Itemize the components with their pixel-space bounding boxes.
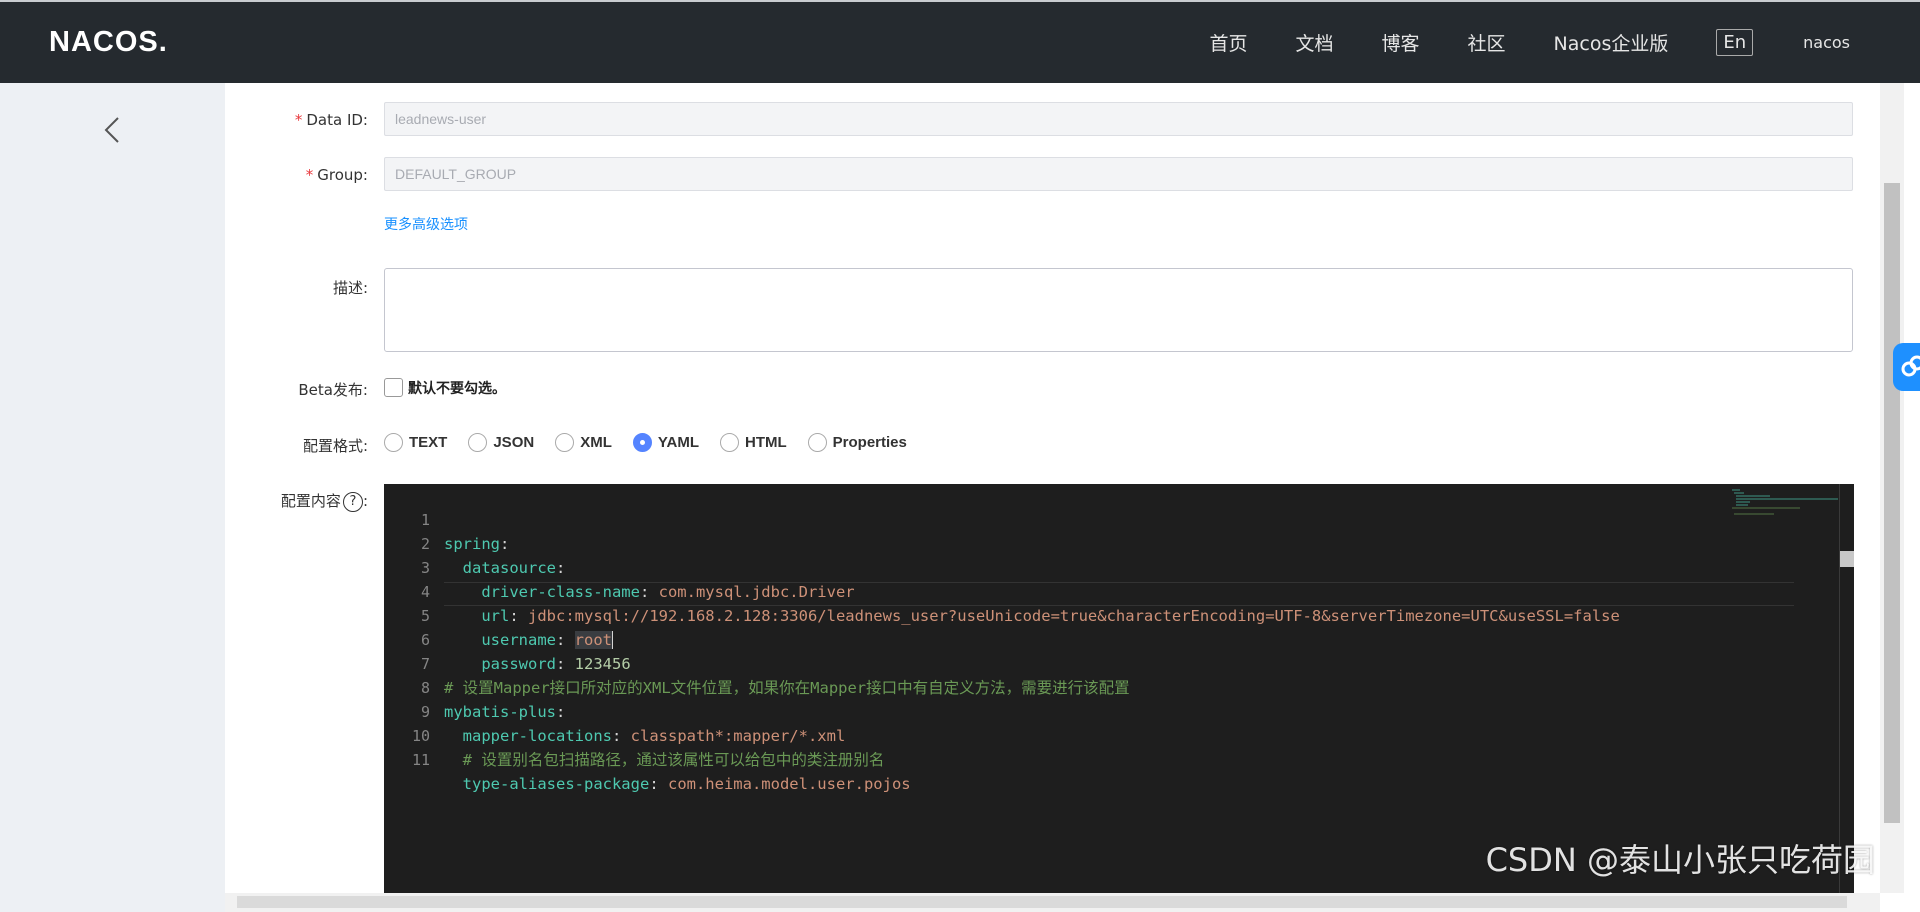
radio-circle[interactable] <box>384 433 403 452</box>
radio-circle[interactable] <box>720 433 739 452</box>
code-editor[interactable]: 1 spring: 2 datasource: 3 driver-class-n… <box>384 484 1854 893</box>
minimap-slider[interactable] <box>1840 551 1854 567</box>
beta-checkbox[interactable] <box>384 378 403 397</box>
code-line: 4 url: jdbc:mysql://192.168.2.128:3306/l… <box>420 583 1620 625</box>
horizontal-scrollbar[interactable] <box>225 893 1880 912</box>
floating-link-button[interactable] <box>1893 343 1920 391</box>
nav-item-enterprise[interactable]: Nacos企业版 <box>1554 29 1669 56</box>
code-line: 3 driver-class-name: com.mysql.jdbc.Driv… <box>420 559 855 601</box>
nav-item-home[interactable]: 首页 <box>1209 29 1247 56</box>
description-label: 描述: <box>332 279 368 297</box>
code-line: 11 type-aliases-package: com.heima.model… <box>411 751 911 793</box>
content-label: 配置内容?: <box>280 491 368 512</box>
code-line: 7 # 设置Mapper接口所对应的XML文件位置，如果你在Mapper接口中有… <box>420 655 1130 697</box>
format-radio-group: TEXT JSON XML YAML HTML Properties <box>384 433 928 452</box>
nav-item-community[interactable]: 社区 <box>1468 29 1506 56</box>
radio-yaml[interactable]: YAML <box>632 433 699 452</box>
code-line: 10 # 设置别名包扫描路径，通过该属性可以给包中的类注册别名 <box>411 727 885 769</box>
data-id-label: * Data ID: <box>294 111 368 129</box>
top-nav-bar: NACOS. 首页 文档 博客 社区 Nacos企业版 En nacos <box>0 0 1920 83</box>
radio-text[interactable]: TEXT <box>384 433 447 452</box>
data-id-input[interactable]: leadnews-user <box>384 102 1853 136</box>
format-label: 配置格式: <box>302 437 368 455</box>
beta-checkbox-text: 默认不要勾选。 <box>408 381 506 397</box>
code-line: 8 mybatis-plus: <box>420 679 566 721</box>
back-arrow-icon[interactable] <box>100 113 126 147</box>
code-line: 6 password: 123456 <box>420 631 631 673</box>
vertical-scrollbar[interactable] <box>1880 83 1904 893</box>
help-icon[interactable]: ? <box>342 491 363 512</box>
user-name[interactable]: nacos <box>1803 33 1850 52</box>
radio-circle[interactable] <box>555 433 575 452</box>
radio-circle-selected[interactable] <box>632 433 652 452</box>
nav-item-docs[interactable]: 文档 <box>1295 29 1333 56</box>
radio-properties[interactable]: Properties <box>807 433 907 452</box>
code-line: 1 spring: <box>420 511 510 553</box>
config-edit-form: * Data ID: leadnews-user * Group: DEFAULT_… <box>225 83 1880 893</box>
left-sidebar <box>0 83 225 912</box>
nav-item-blog[interactable]: 博客 <box>1381 29 1419 56</box>
code-line: 5 username: root <box>420 607 613 649</box>
vertical-scrollbar-thumb[interactable] <box>1884 183 1900 823</box>
language-toggle-button[interactable]: En <box>1716 29 1754 56</box>
advanced-options-link[interactable]: 更多高级选项 <box>384 214 468 234</box>
editor-ruler <box>1839 484 1840 893</box>
group-label: * Group: <box>305 166 368 184</box>
watermark: CSDN @泰山小张只吃荷园 <box>1485 841 1875 879</box>
nacos-logo[interactable]: NACOS. <box>49 26 168 59</box>
editor-minimap[interactable] <box>1730 488 1840 518</box>
radio-xml[interactable]: XML <box>555 433 612 452</box>
code-line: 2 datasource: <box>420 535 566 577</box>
description-textarea[interactable] <box>384 268 1853 352</box>
radio-circle[interactable] <box>468 433 488 452</box>
horizontal-scrollbar-thumb[interactable] <box>237 896 1847 908</box>
link-icon <box>1901 355 1920 377</box>
radio-html[interactable]: HTML <box>720 433 787 452</box>
code-line: 9 mapper-locations: classpath*:mapper/*.… <box>420 703 846 745</box>
radio-json[interactable]: JSON <box>468 433 534 452</box>
nav-menu: 首页 文档 博客 社区 Nacos企业版 En nacos <box>1161 2 1850 83</box>
radio-circle[interactable] <box>807 433 827 452</box>
beta-label: Beta发布: <box>298 381 368 399</box>
group-input[interactable]: DEFAULT_GROUP <box>384 157 1853 191</box>
